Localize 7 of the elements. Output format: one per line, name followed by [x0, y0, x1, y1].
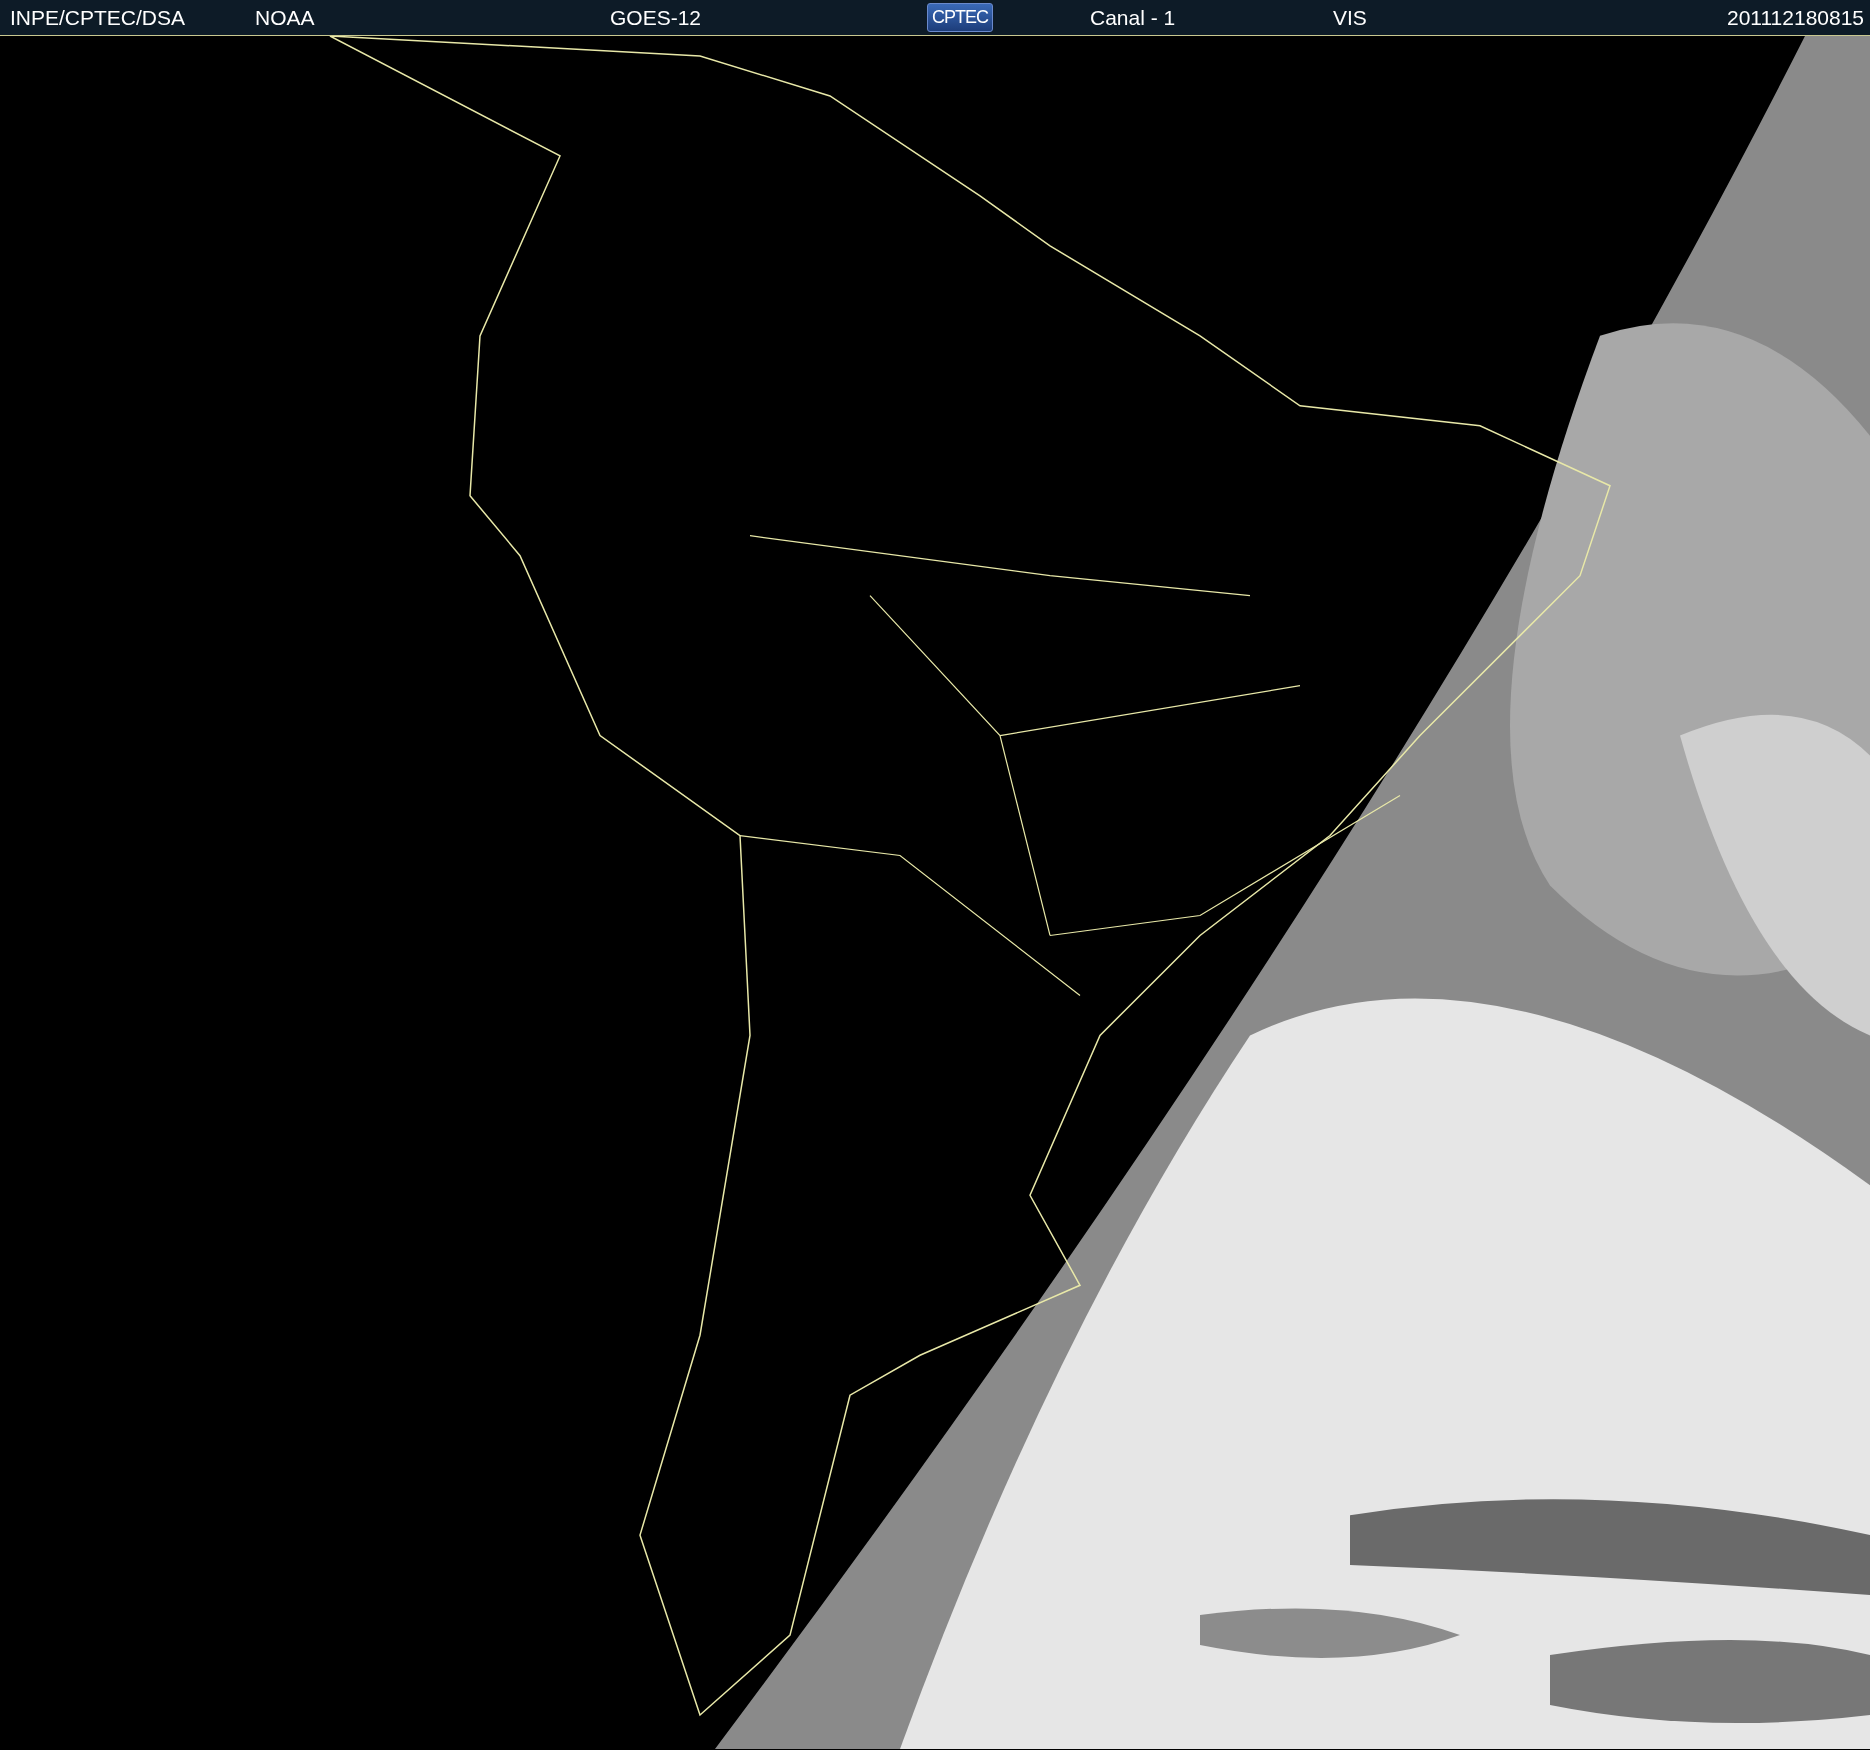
logo: CPTEC — [927, 3, 993, 32]
header-text: NOAA — [255, 5, 315, 30]
band-label: VIS — [1333, 5, 1367, 30]
header-text: INPE/CPTEC/DSA — [10, 5, 186, 30]
channel-label: Canal - 1 — [1090, 5, 1176, 30]
timestamp: 201112180815 — [1727, 5, 1865, 30]
header-text: GOES-12 — [610, 5, 702, 30]
